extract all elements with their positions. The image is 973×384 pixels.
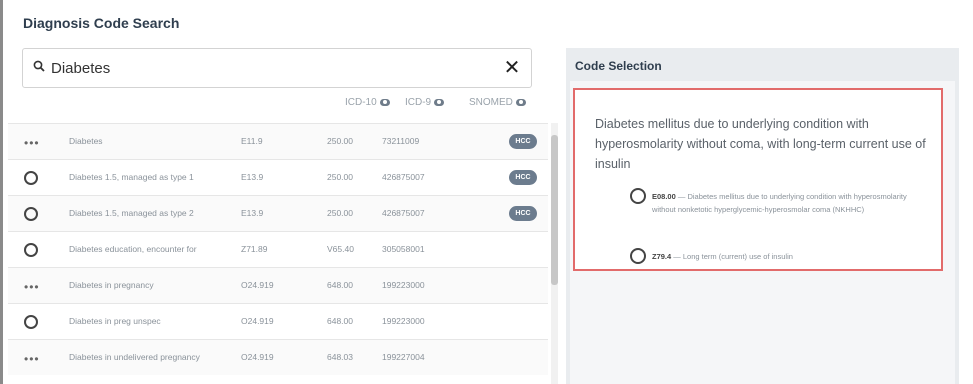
table-row[interactable]: Diabetes 1.5, managed as type 2 E13.9 25… bbox=[8, 195, 548, 231]
row-icd10: E13.9 bbox=[241, 208, 264, 218]
row-description: Diabetes bbox=[69, 136, 103, 146]
row-icd10: E13.9 bbox=[241, 172, 264, 182]
table-row[interactable]: Diabetes 1.5, managed as type 1 E13.9 25… bbox=[8, 159, 548, 195]
scrollbar-thumb[interactable] bbox=[551, 135, 558, 285]
row-icd10: O24.919 bbox=[241, 352, 274, 362]
table-row[interactable]: Diabetes education, encounter for Z71.89… bbox=[8, 231, 548, 267]
row-icd9: 250.00 bbox=[327, 208, 353, 218]
hcc-badge: HCC bbox=[509, 170, 537, 185]
clear-search-button[interactable]: ✕ bbox=[501, 57, 523, 79]
option-code: Z79.4 bbox=[652, 252, 672, 261]
row-snomed: 73211009 bbox=[382, 136, 420, 146]
results-table: ••• Diabetes E11.9 250.00 73211009 HCC D… bbox=[8, 123, 548, 375]
option-text: E08.00 — Diabetes mellitus due to underl… bbox=[652, 190, 932, 216]
table-row[interactable]: ••• Diabetes in pregnancy O24.919 648.00… bbox=[8, 267, 548, 303]
row-icd10: O24.919 bbox=[241, 316, 274, 326]
icd10-column-header[interactable]: ICD-10 bbox=[345, 97, 390, 108]
table-row[interactable]: Diabetes in preg unspec O24.919 648.00 1… bbox=[8, 303, 548, 339]
option-description: — Diabetes mellitus due to underlying co… bbox=[652, 192, 907, 214]
row-description: Diabetes in preg unspec bbox=[69, 316, 161, 326]
row-description: Diabetes education, encounter for bbox=[69, 244, 197, 254]
row-snomed: 426875007 bbox=[382, 172, 425, 182]
row-icd9: 250.00 bbox=[327, 136, 353, 146]
selected-description: Diabetes mellitus due to underlying cond… bbox=[595, 117, 926, 171]
row-icd9: V65.40 bbox=[327, 244, 354, 254]
search-input[interactable] bbox=[51, 58, 491, 78]
row-description: Diabetes 1.5, managed as type 2 bbox=[69, 208, 194, 218]
more-options-icon[interactable]: ••• bbox=[24, 137, 39, 152]
page-title: Diagnosis Code Search bbox=[23, 15, 180, 31]
row-icd9: 648.00 bbox=[327, 316, 353, 326]
row-icd9: 648.03 bbox=[327, 352, 353, 362]
more-options-icon[interactable]: ••• bbox=[24, 353, 39, 368]
eye-icon bbox=[434, 98, 445, 106]
icd9-column-label: ICD-9 bbox=[405, 97, 432, 108]
table-row[interactable]: ••• Diabetes E11.9 250.00 73211009 HCC bbox=[8, 123, 548, 159]
row-description: Diabetes 1.5, managed as type 1 bbox=[69, 172, 194, 182]
icd10-column-label: ICD-10 bbox=[345, 97, 377, 108]
row-snomed: 199223000 bbox=[382, 316, 425, 326]
eye-icon bbox=[515, 98, 526, 106]
more-options-icon[interactable]: ••• bbox=[24, 281, 39, 296]
option-text: Z79.4 — Long term (current) use of insul… bbox=[652, 250, 932, 263]
icd9-column-header[interactable]: ICD-9 bbox=[405, 97, 445, 108]
row-radio[interactable] bbox=[24, 207, 38, 221]
search-icon bbox=[33, 60, 45, 72]
row-radio[interactable] bbox=[24, 243, 38, 257]
results-scrollbar[interactable] bbox=[551, 123, 558, 384]
selection-card: Diabetes mellitus due to underlying cond… bbox=[573, 88, 943, 271]
row-icd10: E11.9 bbox=[241, 136, 263, 146]
row-description: Diabetes in pregnancy bbox=[69, 280, 154, 290]
hcc-badge: HCC bbox=[509, 134, 537, 149]
row-snomed: 199223000 bbox=[382, 280, 425, 290]
panel-title: Code Selection bbox=[575, 59, 662, 73]
option-code: E08.00 bbox=[652, 192, 676, 201]
row-icd10: O24.919 bbox=[241, 280, 274, 290]
row-snomed: 305058001 bbox=[382, 244, 425, 254]
option-radio[interactable] bbox=[630, 248, 646, 264]
snomed-column-label: SNOMED bbox=[469, 97, 513, 108]
search-box: ✕ bbox=[22, 48, 532, 88]
option-radio[interactable] bbox=[630, 188, 646, 204]
row-icd9: 648.00 bbox=[327, 280, 353, 290]
row-radio[interactable] bbox=[24, 171, 38, 185]
option-description: — Long term (current) use of insulin bbox=[671, 252, 793, 261]
hcc-badge: HCC bbox=[509, 206, 537, 221]
snomed-column-header[interactable]: SNOMED bbox=[469, 97, 526, 108]
left-edge-border bbox=[0, 0, 3, 384]
table-row[interactable]: ••• Diabetes in undelivered pregnancy O2… bbox=[8, 339, 548, 375]
row-icd10: Z71.89 bbox=[241, 244, 268, 254]
row-description: Diabetes in undelivered pregnancy bbox=[69, 352, 200, 362]
row-icd9: 250.00 bbox=[327, 172, 353, 182]
eye-icon bbox=[379, 98, 390, 106]
row-snomed: 199227004 bbox=[382, 352, 425, 362]
row-radio[interactable] bbox=[24, 315, 38, 329]
row-snomed: 426875007 bbox=[382, 208, 425, 218]
